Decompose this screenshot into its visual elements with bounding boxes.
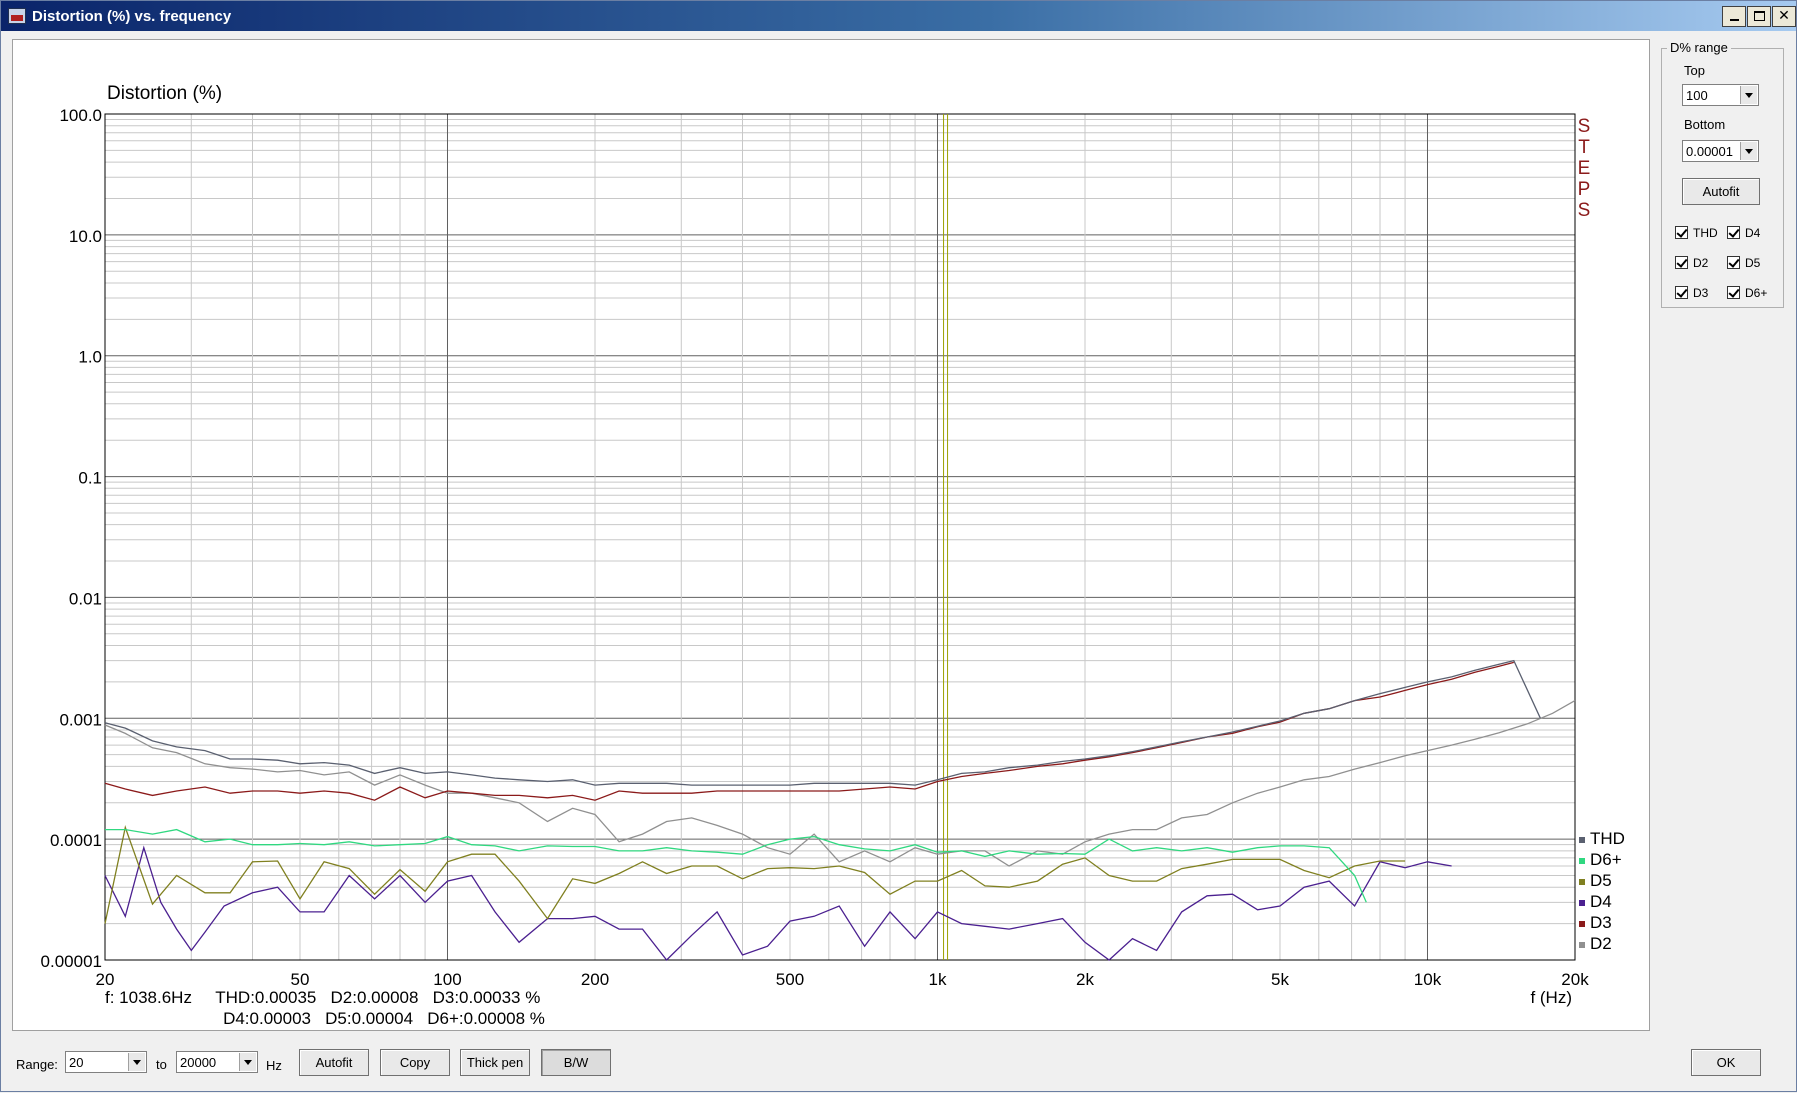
range-from-value: 20: [69, 1055, 84, 1070]
x-tick-label: 1k: [929, 970, 947, 989]
ok-button[interactable]: OK: [1691, 1049, 1761, 1076]
checkbox-checked-icon[interactable]: [1727, 286, 1740, 299]
y-tick-label: 10.0: [69, 227, 102, 246]
minimize-icon: [1729, 19, 1739, 21]
x-axis-label: f (Hz): [1530, 988, 1572, 1007]
chevron-down-icon[interactable]: [239, 1053, 256, 1071]
y-tick-label: 0.01: [69, 589, 102, 608]
legend-label: THD: [1590, 829, 1625, 848]
bottom-range-select[interactable]: 0.00001: [1682, 140, 1759, 162]
y-tick-label: 0.00001: [41, 952, 102, 971]
x-tick-label: 20k: [1561, 970, 1589, 989]
legend-swatch: [1579, 900, 1585, 906]
d2-checkbox-label: D2: [1693, 256, 1709, 270]
checkbox-checked-icon[interactable]: [1727, 226, 1740, 239]
range-autofit-button[interactable]: Autofit: [1682, 178, 1760, 205]
d6plus-checkbox-label: D6+: [1745, 286, 1768, 300]
d5-checkbox[interactable]: D5: [1727, 256, 1760, 270]
series-line-d4: [104, 845, 1452, 961]
d4-checkbox-label: D4: [1745, 226, 1761, 240]
legend-swatch: [1579, 837, 1585, 843]
hz-unit-label: Hz: [266, 1058, 282, 1073]
maximize-button[interactable]: [1747, 6, 1771, 27]
title-bar[interactable]: Distortion (%) vs. frequency ✕: [1, 1, 1796, 31]
checkbox-checked-icon[interactable]: [1675, 286, 1688, 299]
y-tick-label: 100.0: [59, 106, 102, 125]
bw-button[interactable]: B/W: [541, 1049, 611, 1076]
bottom-range-value: 0.00001: [1686, 144, 1733, 159]
bottom-label: Bottom: [1684, 117, 1726, 132]
series-line-d3: [104, 661, 1514, 801]
chevron-down-icon[interactable]: [128, 1053, 145, 1071]
watermark-letter: T: [1578, 137, 1590, 158]
legend-label: D4: [1590, 892, 1612, 911]
d2-checkbox[interactable]: D2: [1675, 256, 1708, 270]
range-from-select[interactable]: 20: [65, 1051, 147, 1073]
legend-swatch: [1579, 879, 1585, 885]
range-to-select[interactable]: 20000: [176, 1051, 258, 1073]
window-title: Distortion (%) vs. frequency: [32, 8, 232, 25]
maximize-icon: [1753, 11, 1765, 21]
copy-button[interactable]: Copy: [380, 1049, 450, 1076]
distortion-chart[interactable]: 100.010.01.00.10.010.0010.00010.0000120 5…: [13, 40, 1649, 1030]
close-button[interactable]: ✕: [1772, 6, 1796, 27]
watermark-letter: S: [1578, 200, 1591, 221]
checkbox-checked-icon[interactable]: [1727, 256, 1740, 269]
cursor-readout: f: 1038.6Hz THD:0.00035 D2:0.00008 D3:0.…: [105, 987, 545, 1029]
range-label: Range:: [16, 1057, 58, 1072]
close-icon: ✕: [1778, 8, 1790, 24]
thd-checkbox-label: THD: [1693, 226, 1718, 240]
to-label: to: [156, 1057, 167, 1072]
d6plus-checkbox[interactable]: D6+: [1727, 286, 1767, 300]
legend-label: D5: [1590, 871, 1612, 890]
readout-line-1: f: 1038.6Hz THD:0.00035 D2:0.00008 D3:0.…: [105, 988, 541, 1007]
x-tick-label: 500: [776, 970, 804, 989]
thick-pen-button[interactable]: Thick pen: [460, 1049, 530, 1076]
checkbox-checked-icon[interactable]: [1675, 226, 1688, 239]
x-tick-label: 10k: [1414, 970, 1442, 989]
top-range-select[interactable]: 100: [1682, 84, 1759, 106]
plot-frame-border: [104, 113, 1576, 961]
range-to-value: 20000: [180, 1055, 217, 1070]
d3-checkbox-label: D3: [1693, 286, 1709, 300]
chevron-down-icon[interactable]: [1740, 142, 1757, 160]
x-tick-label: 200: [581, 970, 609, 989]
range-group-title: D% range: [1667, 40, 1731, 55]
y-tick-label: 1.0: [78, 348, 102, 367]
autofit-button[interactable]: Autofit: [299, 1049, 369, 1076]
y-tick-label: 0.001: [59, 710, 102, 729]
legend-swatch: [1579, 921, 1585, 927]
plot-area: 100.0 10.0 1.0 0.1 0.01 0.001 0.0001 0.00001 20 5…: [12, 39, 1650, 1031]
watermark-letter: E: [1578, 158, 1591, 179]
chevron-down-icon[interactable]: [1740, 86, 1757, 104]
y-tick-label: 0.0001: [50, 831, 102, 850]
y-tick-label: 0.1: [78, 469, 102, 488]
legend-swatch: [1579, 942, 1585, 948]
app-icon[interactable]: [8, 8, 26, 24]
watermark-letter: S: [1578, 116, 1591, 137]
d3-checkbox[interactable]: D3: [1675, 286, 1708, 300]
watermark-letter: P: [1578, 179, 1591, 200]
top-range-value: 100: [1686, 88, 1708, 103]
bottom-toolbar: Range: 20 to 20000 Hz Autofit Copy Thick…: [1, 1036, 1797, 1093]
readout-line-2: D4:0.00003 D5:0.00004 D6+:0.00008 %: [105, 1009, 545, 1028]
x-tick-label: 5k: [1271, 970, 1289, 989]
x-tick-label: 2k: [1076, 970, 1094, 989]
legend-label: D3: [1590, 913, 1612, 932]
minimize-button[interactable]: [1722, 6, 1746, 27]
legend-swatch: [1579, 858, 1585, 864]
checkbox-checked-icon[interactable]: [1675, 256, 1688, 269]
top-label: Top: [1684, 63, 1705, 78]
d5-checkbox-label: D5: [1745, 256, 1761, 270]
legend-label: D2: [1590, 934, 1612, 953]
legend-label: D6+: [1590, 850, 1622, 869]
y-axis-label: Distortion (%): [107, 83, 222, 104]
thd-checkbox[interactable]: THD: [1675, 226, 1718, 240]
d4-checkbox[interactable]: D4: [1727, 226, 1760, 240]
distortion-window: Distortion (%) vs. frequency ✕ 100.0 10.0…: [0, 0, 1797, 1092]
